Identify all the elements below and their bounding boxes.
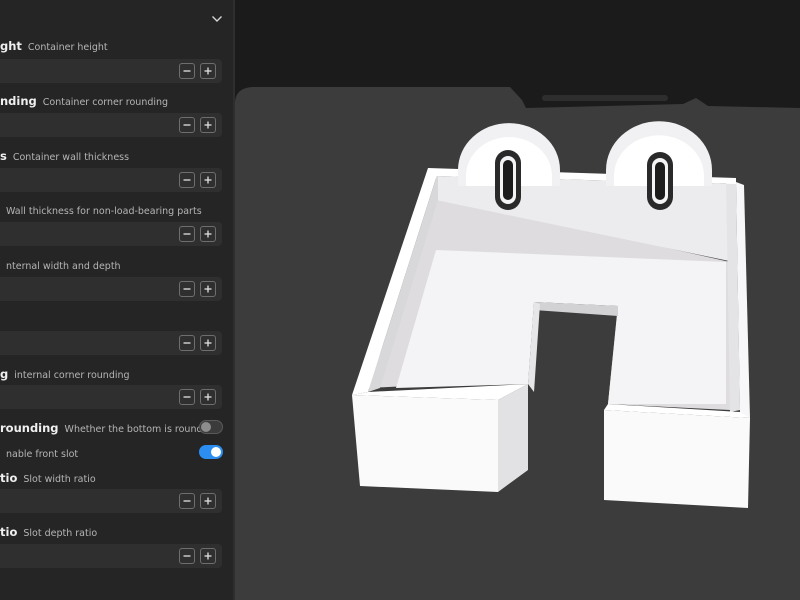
- number-input[interactable]: [0, 113, 222, 137]
- number-input[interactable]: [0, 59, 222, 83]
- increment-button[interactable]: [200, 335, 216, 351]
- param-label: tio Slot width ratio: [0, 467, 96, 487]
- increment-button[interactable]: [200, 389, 216, 405]
- minus-icon: [183, 233, 191, 235]
- chevron-down-icon: [212, 16, 222, 22]
- param-label: nternal width and depth: [0, 254, 121, 274]
- decrement-button[interactable]: [179, 335, 195, 351]
- param-description: Slot width ratio: [23, 474, 96, 485]
- param-label: Wall thickness for non-load-bearing part…: [0, 199, 202, 219]
- plus-icon: [204, 176, 212, 184]
- increment-button[interactable]: [200, 172, 216, 188]
- param-name: nding: [0, 94, 37, 108]
- plus-icon: [204, 121, 212, 129]
- decrement-button[interactable]: [179, 493, 195, 509]
- param-name: ght: [0, 39, 22, 53]
- increment-button[interactable]: [200, 63, 216, 79]
- 3d-viewport[interactable]: [235, 0, 800, 600]
- toggle-knob: [201, 422, 211, 432]
- decrement-button[interactable]: [179, 281, 195, 297]
- plus-icon: [204, 552, 212, 560]
- decrement-button[interactable]: [179, 226, 195, 242]
- param-label: ght Container height: [0, 35, 108, 55]
- number-input[interactable]: [0, 222, 222, 246]
- minus-icon: [183, 70, 191, 72]
- minus-icon: [183, 555, 191, 557]
- increment-button[interactable]: [200, 493, 216, 509]
- param-name: g: [0, 367, 9, 381]
- increment-button[interactable]: [200, 281, 216, 297]
- number-input[interactable]: [0, 331, 222, 355]
- plus-icon: [204, 339, 212, 347]
- number-input[interactable]: [0, 385, 222, 409]
- plus-icon: [204, 497, 212, 505]
- param-label: nding Container corner rounding: [0, 90, 168, 110]
- param-description: Whether the bottom is rounded: [64, 424, 215, 435]
- param-label: s Container wall thickness: [0, 145, 129, 165]
- param-description: internal corner rounding: [14, 370, 130, 381]
- toggle-knob: [211, 447, 221, 457]
- param-description: Container corner rounding: [42, 97, 169, 108]
- decrement-button[interactable]: [179, 117, 195, 133]
- plus-icon: [204, 285, 212, 293]
- number-input[interactable]: [0, 544, 222, 568]
- bottom-rounding-toggle[interactable]: [199, 420, 223, 434]
- param-label: nable front slot: [0, 442, 78, 462]
- param-description: Container height: [27, 42, 108, 53]
- minus-icon: [183, 124, 191, 126]
- decrement-button[interactable]: [179, 548, 195, 564]
- decrement-button[interactable]: [179, 63, 195, 79]
- minus-icon: [183, 288, 191, 290]
- param-label: g internal corner rounding: [0, 363, 130, 383]
- param-description: nable front slot: [6, 449, 79, 460]
- number-input[interactable]: [0, 489, 222, 513]
- param-label: [0, 308, 6, 328]
- decrement-button[interactable]: [179, 389, 195, 405]
- increment-button[interactable]: [200, 117, 216, 133]
- minus-icon: [183, 396, 191, 398]
- number-input[interactable]: [0, 168, 222, 192]
- front-slot-toggle[interactable]: [199, 445, 223, 459]
- param-description: Wall thickness for non-load-bearing part…: [6, 206, 202, 217]
- plus-icon: [204, 393, 212, 401]
- param-name: tio: [0, 525, 18, 539]
- param-description: Container wall thickness: [12, 152, 130, 163]
- param-description: Slot depth ratio: [23, 528, 98, 539]
- minus-icon: [183, 342, 191, 344]
- param-name: tio: [0, 471, 18, 485]
- param-label: rounding Whether the bottom is rounded: [0, 417, 214, 437]
- plus-icon: [204, 230, 212, 238]
- param-label: tio Slot depth ratio: [0, 521, 97, 541]
- minus-icon: [183, 179, 191, 181]
- param-description: nternal width and depth: [6, 261, 121, 272]
- plate-notch: [542, 95, 668, 101]
- minus-icon: [183, 500, 191, 502]
- decrement-button[interactable]: [179, 172, 195, 188]
- param-name: s: [0, 149, 7, 163]
- collapse-panel-button[interactable]: [208, 10, 226, 28]
- increment-button[interactable]: [200, 226, 216, 242]
- increment-button[interactable]: [200, 548, 216, 564]
- parameters-panel: ght Container height nding Container corne…: [0, 0, 233, 600]
- number-input[interactable]: [0, 277, 222, 301]
- plus-icon: [204, 67, 212, 75]
- param-name: rounding: [0, 421, 59, 435]
